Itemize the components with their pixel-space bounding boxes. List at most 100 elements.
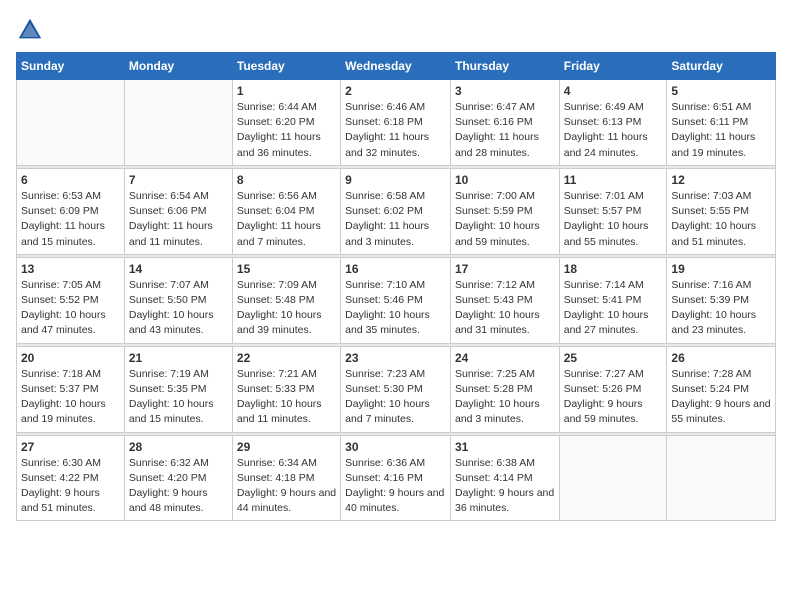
day-info: Sunrise: 7:25 AM Sunset: 5:28 PM Dayligh…	[455, 367, 555, 428]
day-info: Sunrise: 6:51 AM Sunset: 6:11 PM Dayligh…	[671, 100, 771, 161]
calendar-cell: 16 Sunrise: 7:10 AM Sunset: 5:46 PM Dayli…	[341, 257, 451, 343]
day-info: Sunrise: 7:12 AM Sunset: 5:43 PM Dayligh…	[455, 278, 555, 339]
logo-icon	[16, 16, 44, 44]
calendar-cell	[17, 80, 125, 166]
day-number: 20	[21, 351, 120, 365]
calendar-cell: 21 Sunrise: 7:19 AM Sunset: 5:35 PM Dayli…	[124, 346, 232, 432]
day-number: 7	[129, 173, 228, 187]
calendar-cell: 30 Sunrise: 6:36 AM Sunset: 4:16 PM Dayli…	[341, 435, 451, 521]
weekday-header-monday: Monday	[124, 53, 232, 80]
calendar-cell: 2 Sunrise: 6:46 AM Sunset: 6:18 PM Daylig…	[341, 80, 451, 166]
day-number: 13	[21, 262, 120, 276]
calendar-week-row: 1 Sunrise: 6:44 AM Sunset: 6:20 PM Daylig…	[17, 80, 776, 166]
calendar-cell: 24Sunrise: 7:25 AM Sunset: 5:28 PM Dayli…	[450, 346, 559, 432]
calendar-week-row: 20Sunrise: 7:18 AM Sunset: 5:37 PM Dayli…	[17, 346, 776, 432]
day-info: Sunrise: 6:38 AM Sunset: 4:14 PM Dayligh…	[455, 456, 555, 517]
calendar-week-row: 6Sunrise: 6:53 AM Sunset: 6:09 PM Daylig…	[17, 168, 776, 254]
day-info: Sunrise: 7:14 AM Sunset: 5:41 PM Dayligh…	[564, 278, 663, 339]
weekday-header-tuesday: Tuesday	[232, 53, 340, 80]
weekday-header-saturday: Saturday	[667, 53, 776, 80]
calendar-cell: 14 Sunrise: 7:07 AM Sunset: 5:50 PM Dayli…	[124, 257, 232, 343]
calendar-cell: 3 Sunrise: 6:47 AM Sunset: 6:16 PM Daylig…	[450, 80, 559, 166]
day-number: 23	[345, 351, 446, 365]
calendar-cell: 19 Sunrise: 7:16 AM Sunset: 5:39 PM Dayli…	[667, 257, 776, 343]
day-info: Sunrise: 6:34 AM Sunset: 4:18 PM Dayligh…	[237, 456, 336, 517]
day-info: Sunrise: 6:47 AM Sunset: 6:16 PM Dayligh…	[455, 100, 555, 161]
day-info: Sunrise: 7:23 AM Sunset: 5:30 PM Dayligh…	[345, 367, 446, 428]
calendar-cell: 10 Sunrise: 7:00 AM Sunset: 5:59 PM Dayli…	[450, 168, 559, 254]
day-info: Sunrise: 6:36 AM Sunset: 4:16 PM Dayligh…	[345, 456, 446, 517]
day-number: 14	[129, 262, 228, 276]
logo	[16, 16, 48, 44]
day-info: Sunrise: 7:16 AM Sunset: 5:39 PM Dayligh…	[671, 278, 771, 339]
day-number: 4	[564, 84, 663, 98]
day-number: 22	[237, 351, 336, 365]
day-number: 30	[345, 440, 446, 454]
day-info: Sunrise: 6:30 AM Sunset: 4:22 PM Dayligh…	[21, 456, 120, 517]
day-info: Sunrise: 7:10 AM Sunset: 5:46 PM Dayligh…	[345, 278, 446, 339]
calendar-cell: 31 Sunrise: 6:38 AM Sunset: 4:14 PM Dayli…	[450, 435, 559, 521]
day-number: 5	[671, 84, 771, 98]
calendar-cell: 23 Sunrise: 7:23 AM Sunset: 5:30 PM Dayli…	[341, 346, 451, 432]
day-number: 12	[671, 173, 771, 187]
day-info: Sunrise: 7:01 AM Sunset: 5:57 PM Dayligh…	[564, 189, 663, 250]
weekday-header-wednesday: Wednesday	[341, 53, 451, 80]
day-info: Sunrise: 7:00 AM Sunset: 5:59 PM Dayligh…	[455, 189, 555, 250]
day-info: Sunrise: 6:32 AM Sunset: 4:20 PM Dayligh…	[129, 456, 228, 517]
day-info: Sunrise: 7:19 AM Sunset: 5:35 PM Dayligh…	[129, 367, 228, 428]
day-info: Sunrise: 7:03 AM Sunset: 5:55 PM Dayligh…	[671, 189, 771, 250]
day-number: 27	[21, 440, 120, 454]
calendar-cell: 9Sunrise: 6:58 AM Sunset: 6:02 PM Daylig…	[341, 168, 451, 254]
calendar-cell: 26 Sunrise: 7:28 AM Sunset: 5:24 PM Dayli…	[667, 346, 776, 432]
calendar-cell: 15 Sunrise: 7:09 AM Sunset: 5:48 PM Dayli…	[232, 257, 340, 343]
day-number: 26	[671, 351, 771, 365]
calendar-cell: 20Sunrise: 7:18 AM Sunset: 5:37 PM Dayli…	[17, 346, 125, 432]
calendar-cell: 1 Sunrise: 6:44 AM Sunset: 6:20 PM Daylig…	[232, 80, 340, 166]
day-number: 16	[345, 262, 446, 276]
calendar-cell: 12 Sunrise: 7:03 AM Sunset: 5:55 PM Dayli…	[667, 168, 776, 254]
day-info: Sunrise: 7:21 AM Sunset: 5:33 PM Dayligh…	[237, 367, 336, 428]
calendar-week-row: 13 Sunrise: 7:05 AM Sunset: 5:52 PM Dayli…	[17, 257, 776, 343]
calendar-cell	[559, 435, 667, 521]
day-info: Sunrise: 6:44 AM Sunset: 6:20 PM Dayligh…	[237, 100, 336, 161]
calendar-cell: 27 Sunrise: 6:30 AM Sunset: 4:22 PM Dayli…	[17, 435, 125, 521]
calendar-cell: 6Sunrise: 6:53 AM Sunset: 6:09 PM Daylig…	[17, 168, 125, 254]
page-header	[16, 16, 776, 44]
day-info: Sunrise: 7:05 AM Sunset: 5:52 PM Dayligh…	[21, 278, 120, 339]
day-info: Sunrise: 6:58 AM Sunset: 6:02 PM Dayligh…	[345, 189, 446, 250]
day-number: 1	[237, 84, 336, 98]
day-info: Sunrise: 6:46 AM Sunset: 6:18 PM Dayligh…	[345, 100, 446, 161]
day-number: 31	[455, 440, 555, 454]
calendar-cell: 28 Sunrise: 6:32 AM Sunset: 4:20 PM Dayli…	[124, 435, 232, 521]
day-number: 2	[345, 84, 446, 98]
day-number: 10	[455, 173, 555, 187]
calendar-cell: 8Sunrise: 6:56 AM Sunset: 6:04 PM Daylig…	[232, 168, 340, 254]
day-info: Sunrise: 6:49 AM Sunset: 6:13 PM Dayligh…	[564, 100, 663, 161]
calendar-cell: 13 Sunrise: 7:05 AM Sunset: 5:52 PM Dayli…	[17, 257, 125, 343]
day-number: 18	[564, 262, 663, 276]
day-number: 28	[129, 440, 228, 454]
day-info: Sunrise: 7:28 AM Sunset: 5:24 PM Dayligh…	[671, 367, 771, 428]
calendar-cell: 11 Sunrise: 7:01 AM Sunset: 5:57 PM Dayli…	[559, 168, 667, 254]
calendar-cell	[667, 435, 776, 521]
day-number: 8	[237, 173, 336, 187]
day-number: 25	[564, 351, 663, 365]
day-number: 15	[237, 262, 336, 276]
day-info: Sunrise: 7:09 AM Sunset: 5:48 PM Dayligh…	[237, 278, 336, 339]
calendar-cell: 18 Sunrise: 7:14 AM Sunset: 5:41 PM Dayli…	[559, 257, 667, 343]
calendar-cell: 5 Sunrise: 6:51 AM Sunset: 6:11 PM Daylig…	[667, 80, 776, 166]
calendar-cell: 17Sunrise: 7:12 AM Sunset: 5:43 PM Dayli…	[450, 257, 559, 343]
calendar-week-row: 27 Sunrise: 6:30 AM Sunset: 4:22 PM Dayli…	[17, 435, 776, 521]
day-number: 11	[564, 173, 663, 187]
day-info: Sunrise: 7:07 AM Sunset: 5:50 PM Dayligh…	[129, 278, 228, 339]
day-info: Sunrise: 6:53 AM Sunset: 6:09 PM Dayligh…	[21, 189, 120, 250]
calendar-cell	[124, 80, 232, 166]
day-number: 19	[671, 262, 771, 276]
weekday-header-thursday: Thursday	[450, 53, 559, 80]
day-number: 21	[129, 351, 228, 365]
calendar-cell: 7Sunrise: 6:54 AM Sunset: 6:06 PM Daylig…	[124, 168, 232, 254]
calendar-table: SundayMondayTuesdayWednesdayThursdayFrid…	[16, 52, 776, 521]
calendar-cell: 22 Sunrise: 7:21 AM Sunset: 5:33 PM Dayli…	[232, 346, 340, 432]
weekday-header-friday: Friday	[559, 53, 667, 80]
day-number: 3	[455, 84, 555, 98]
